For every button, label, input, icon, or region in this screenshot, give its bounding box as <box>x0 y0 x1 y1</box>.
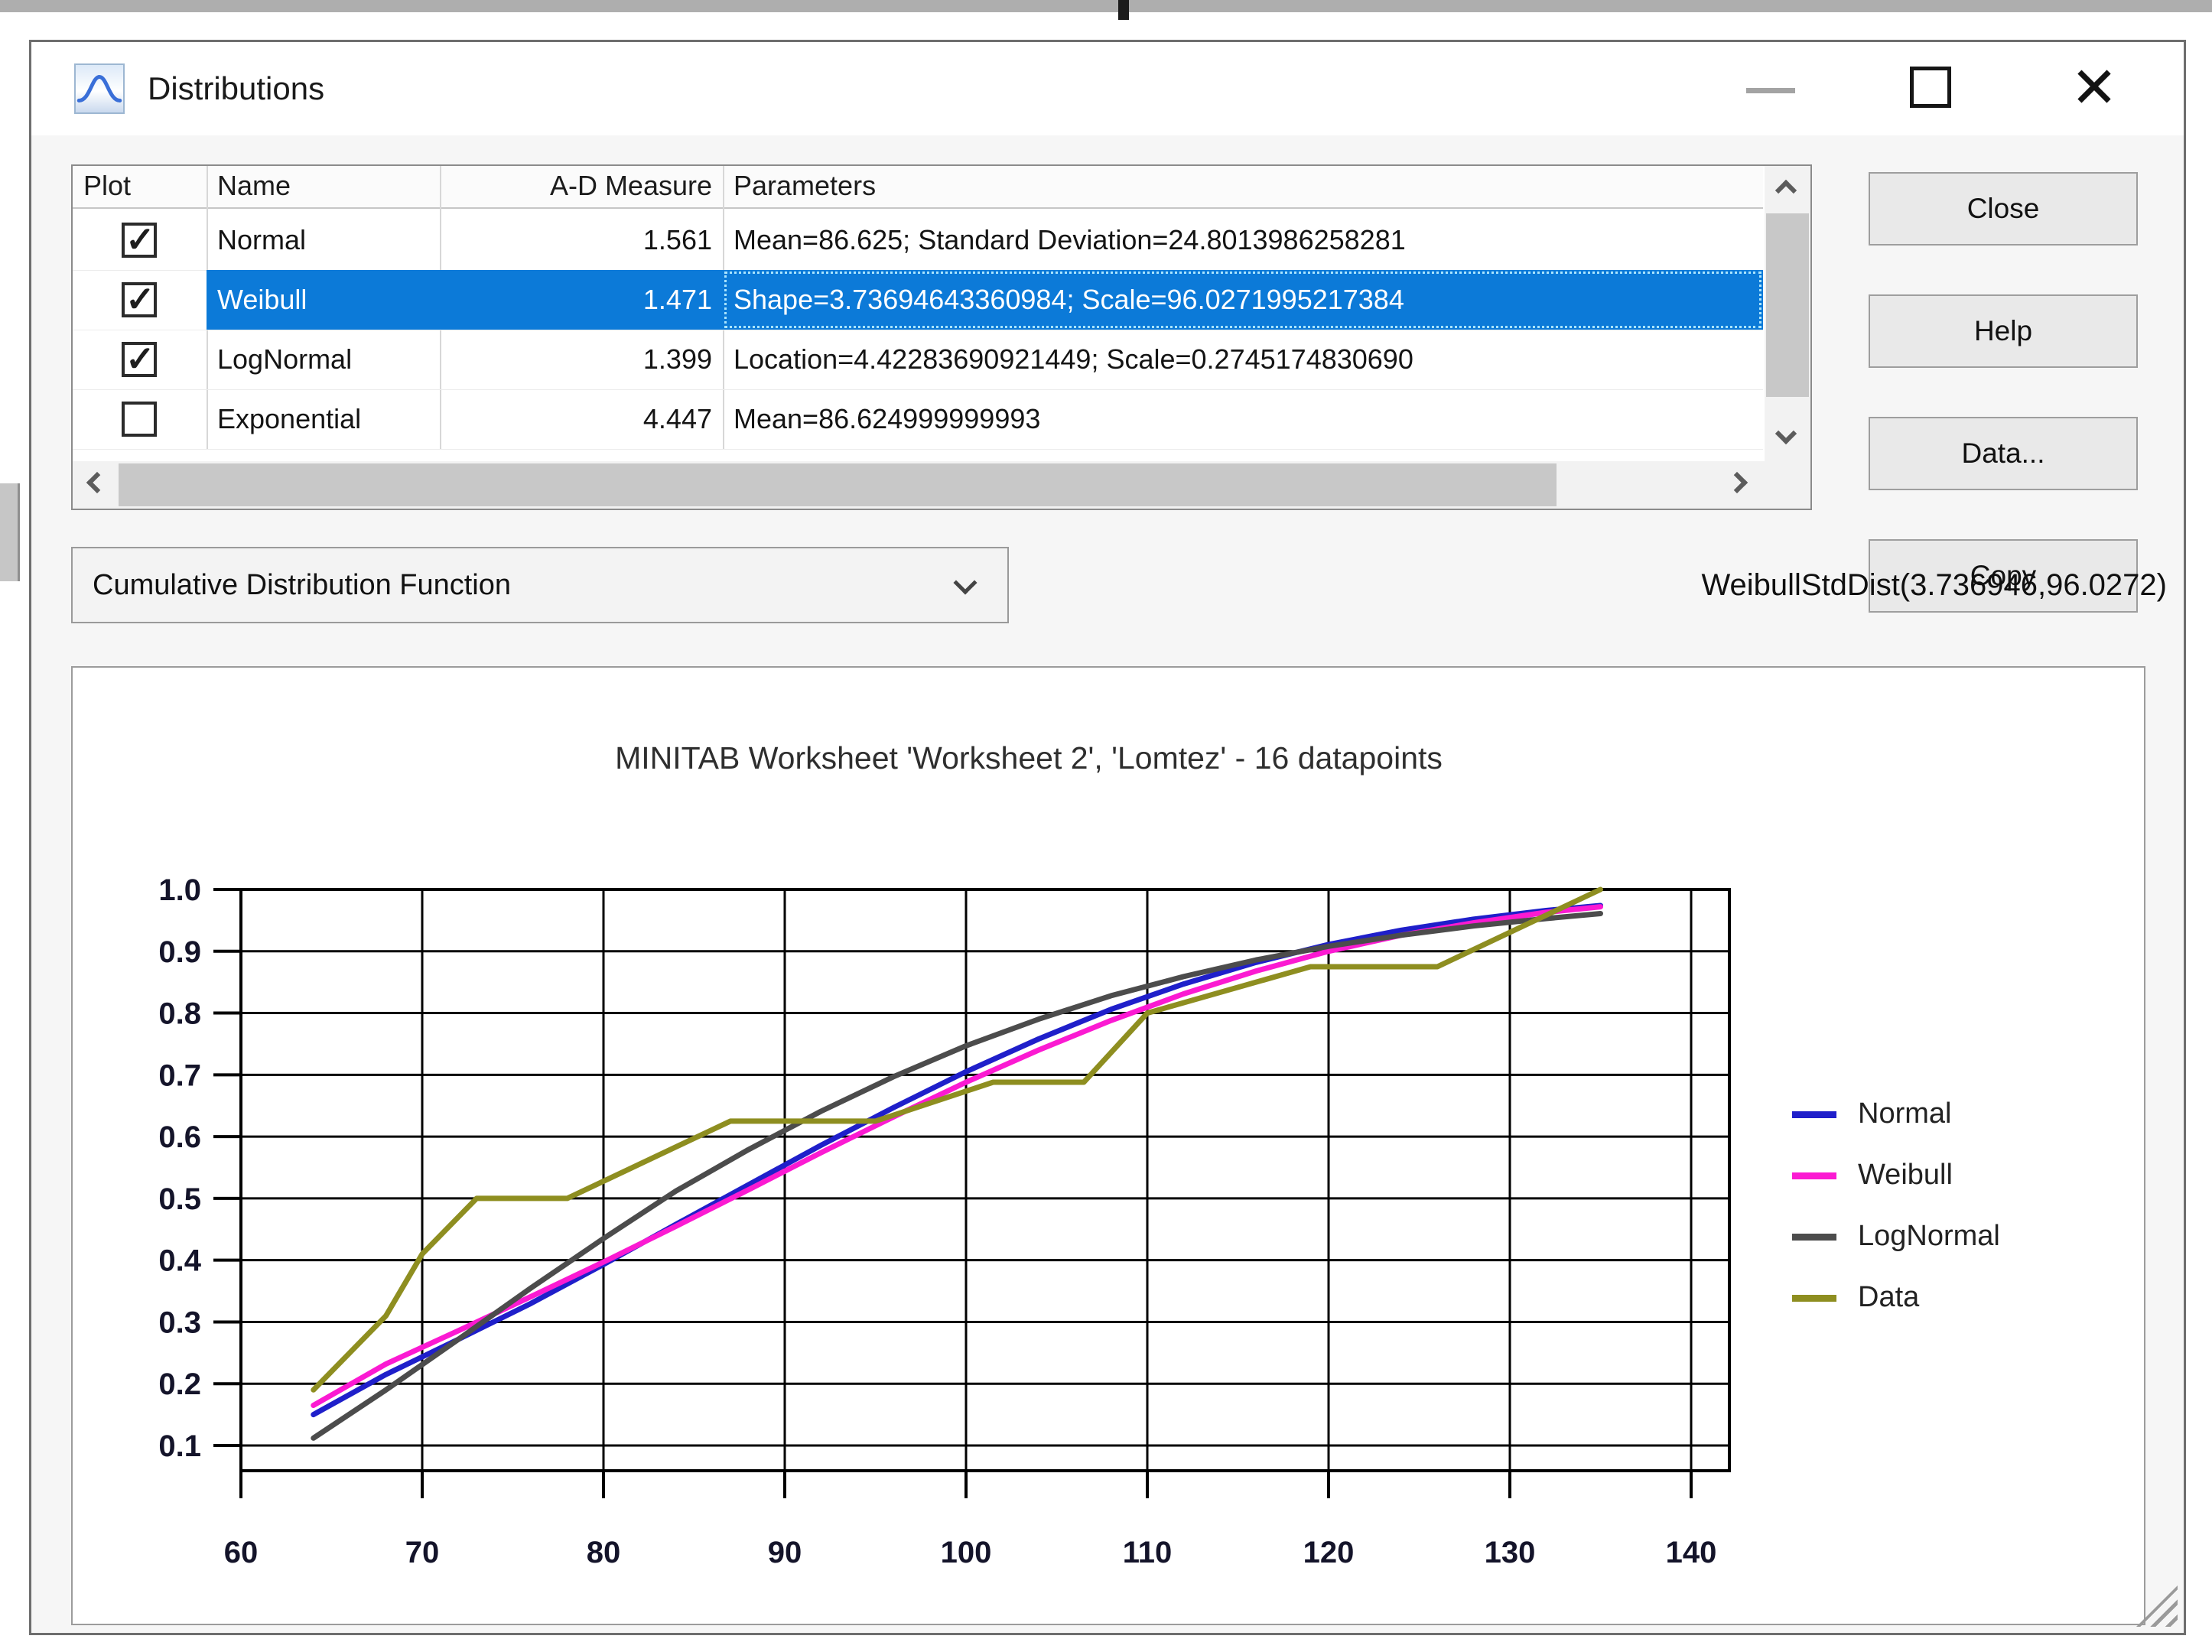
minimize-icon <box>1746 88 1795 93</box>
distribution-table: Plot Name A-D Measure Parameters ✓ Norma… <box>71 164 1812 510</box>
distribution-name: LogNormal <box>217 330 435 389</box>
chevron-down-icon <box>953 571 977 594</box>
column-header-ad-measure[interactable]: A-D Measure <box>455 166 712 207</box>
svg-text:110: 110 <box>1123 1536 1173 1569</box>
distribution-name: Exponential <box>217 389 435 449</box>
legend-label: Normal <box>1858 1098 1951 1130</box>
chevron-up-icon <box>1775 180 1797 201</box>
vertical-scroll-thumb[interactable] <box>1766 213 1809 397</box>
parameters-value: Shape=3.73694643360984; Scale=96.0271995… <box>734 270 1761 330</box>
row-divider <box>73 449 1763 450</box>
window-title: Distributions <box>148 42 324 135</box>
column-header-name[interactable]: Name <box>217 166 431 207</box>
ad-measure-value: 1.471 <box>455 270 712 330</box>
svg-text:100: 100 <box>941 1536 992 1569</box>
chart-panel: MINITAB Worksheet 'Worksheet 2', 'Lomtez… <box>71 666 2145 1625</box>
close-icon: ✕ <box>2070 56 2118 119</box>
background-window-edge <box>0 0 2212 12</box>
parameters-value: Mean=86.625; Standard Deviation=24.80139… <box>734 210 1761 270</box>
table-row-normal[interactable]: ✓ Normal 1.561 Mean=86.625; Standard Dev… <box>73 210 1763 270</box>
chart-legend: Normal Weibull LogNormal Data <box>1792 1087 2129 1332</box>
plot-checkbox[interactable]: ✓ <box>122 223 157 258</box>
distributions-dialog: Distributions ✕ Plot Name A-D Measure Pa… <box>29 40 2186 1635</box>
ad-measure-value: 4.447 <box>455 389 712 449</box>
svg-text:0.3: 0.3 <box>158 1306 201 1339</box>
background-window-fragment <box>0 483 20 581</box>
title-bar[interactable]: Distributions ✕ <box>31 42 2184 135</box>
svg-text:130: 130 <box>1485 1536 1536 1569</box>
dropdown-selected-value: Cumulative Distribution Function <box>93 548 511 622</box>
formula-label: WeibullStdDist(3.736946,96.0272) <box>1701 556 2167 614</box>
checkmark-icon: ✓ <box>125 339 155 379</box>
svg-text:0.1: 0.1 <box>158 1429 201 1463</box>
chevron-right-icon <box>1726 472 1748 493</box>
svg-text:70: 70 <box>405 1536 440 1569</box>
parameters-value: Mean=86.624999999993 <box>734 389 1761 449</box>
column-header-parameters[interactable]: Parameters <box>734 166 1743 207</box>
legend-label: Data <box>1858 1281 1919 1314</box>
plot-checkbox[interactable]: ✓ <box>122 402 157 437</box>
distribution-name: Weibull <box>217 270 435 330</box>
parameters-value: Location=4.42283690921449; Scale=0.27451… <box>734 330 1761 389</box>
legend-line-swatch <box>1792 1111 1836 1118</box>
svg-text:0.6: 0.6 <box>158 1120 201 1154</box>
legend-item-data: Data <box>1792 1270 2129 1332</box>
bell-curve-glyph <box>76 65 123 112</box>
ad-measure-value: 1.399 <box>455 330 712 389</box>
table-header: Plot Name A-D Measure Parameters <box>73 166 1763 209</box>
close-window-button[interactable]: ✕ <box>2060 50 2129 126</box>
checkmark-icon: ✓ <box>125 220 155 259</box>
svg-text:0.2: 0.2 <box>158 1367 201 1401</box>
svg-text:90: 90 <box>768 1536 802 1569</box>
svg-text:0.8: 0.8 <box>158 997 201 1031</box>
table-row-weibull[interactable]: ✓ Weibull 1.471 Shape=3.73694643360984; … <box>73 270 1763 330</box>
svg-text:80: 80 <box>587 1536 621 1569</box>
maximize-button[interactable] <box>1904 60 1957 114</box>
close-button[interactable]: Close <box>1869 172 2138 246</box>
legend-line-swatch <box>1792 1172 1836 1179</box>
data-button[interactable]: Data... <box>1869 417 2138 490</box>
svg-text:0.7: 0.7 <box>158 1059 201 1092</box>
svg-text:120: 120 <box>1303 1536 1355 1569</box>
scroll-left-button[interactable] <box>73 461 117 509</box>
svg-text:60: 60 <box>224 1536 259 1569</box>
scroll-down-button[interactable] <box>1765 417 1810 461</box>
legend-item-weibull: Weibull <box>1792 1148 2129 1209</box>
plot-checkbox[interactable]: ✓ <box>122 282 157 317</box>
horizontal-scroll-thumb[interactable] <box>119 463 1557 506</box>
minimize-button[interactable] <box>1743 65 1800 112</box>
legend-label: Weibull <box>1858 1159 1953 1192</box>
chevron-left-icon <box>86 472 108 493</box>
maximize-icon <box>1910 67 1951 108</box>
chevron-down-icon <box>1775 423 1797 444</box>
scrollbar-corner <box>1765 461 1810 509</box>
svg-text:0.5: 0.5 <box>158 1182 201 1216</box>
vertical-scrollbar[interactable] <box>1765 166 1810 461</box>
svg-text:0.9: 0.9 <box>158 935 201 969</box>
table-row-lognormal[interactable]: ✓ LogNormal 1.399 Location=4.42283690921… <box>73 330 1763 389</box>
scroll-up-button[interactable] <box>1765 166 1810 210</box>
horizontal-scrollbar[interactable] <box>73 461 1765 509</box>
table-row-exponential[interactable]: ✓ Exponential 4.447 Mean=86.624999999993 <box>73 389 1763 449</box>
ad-measure-value: 1.561 <box>455 210 712 270</box>
plot-checkbox[interactable]: ✓ <box>122 342 157 377</box>
legend-line-swatch <box>1792 1295 1836 1302</box>
svg-text:140: 140 <box>1666 1536 1717 1569</box>
legend-label: LogNormal <box>1858 1220 2000 1253</box>
legend-item-normal: Normal <box>1792 1087 2129 1148</box>
help-button[interactable]: Help <box>1869 294 2138 368</box>
distribution-name: Normal <box>217 210 435 270</box>
bell-curve-icon <box>74 63 125 114</box>
checkmark-icon: ✓ <box>125 279 155 319</box>
background-cursor-artifact <box>1118 0 1129 20</box>
function-type-dropdown[interactable]: Cumulative Distribution Function <box>71 547 1009 623</box>
legend-line-swatch <box>1792 1234 1836 1241</box>
svg-text:1.0: 1.0 <box>158 873 201 907</box>
column-header-plot[interactable]: Plot <box>83 166 198 207</box>
legend-item-lognormal: LogNormal <box>1792 1209 2129 1270</box>
scroll-right-button[interactable] <box>1720 461 1765 509</box>
svg-text:0.4: 0.4 <box>158 1244 201 1278</box>
